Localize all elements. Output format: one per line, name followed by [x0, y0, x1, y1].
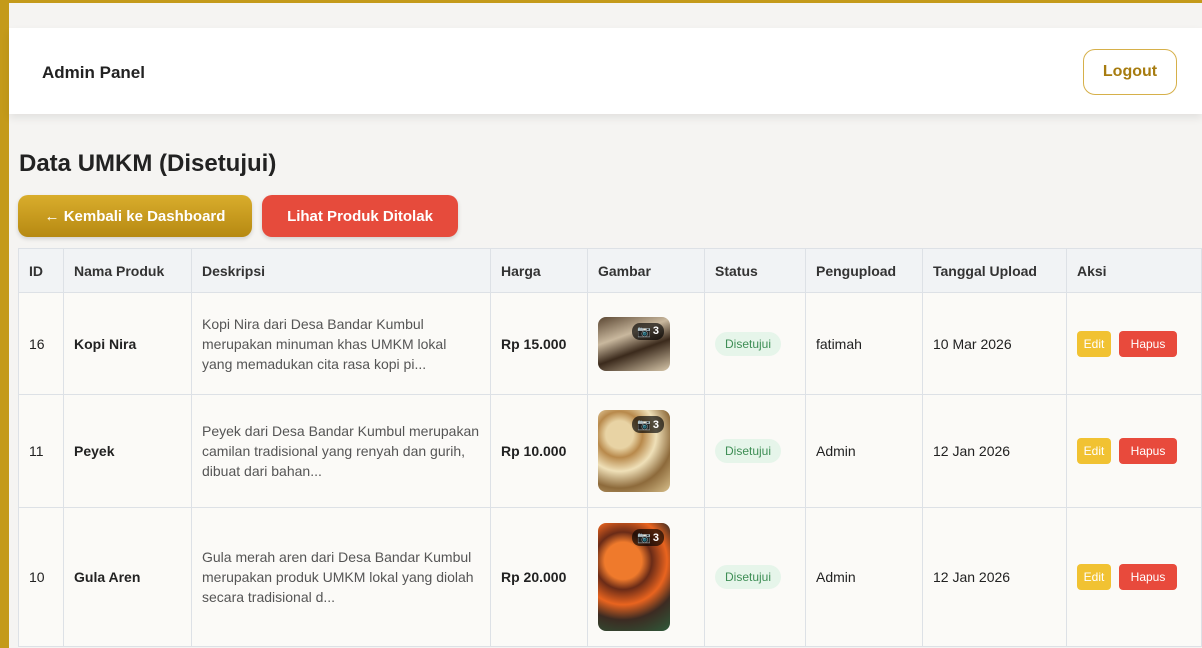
cell-price: Rp 20.000 — [490, 507, 588, 647]
table-header-row: ID Nama Produk Deskripsi Harga Gambar St… — [18, 248, 1202, 293]
status-badge: Disetujui — [715, 565, 782, 589]
image-count: 3 — [652, 418, 659, 431]
cell-description: Gula merah aren dari Desa Bandar Kumbul … — [191, 507, 491, 647]
product-thumbnail[interactable]: 📷 3 — [598, 316, 670, 371]
cell-status: Disetujui — [704, 507, 806, 647]
status-badge: Disetujui — [715, 331, 782, 356]
header-description: Deskripsi — [191, 248, 491, 293]
edit-button[interactable]: Edit — [1077, 564, 1111, 590]
camera-icon: 📷 — [637, 419, 651, 431]
brand-title: Admin Panel — [42, 63, 145, 82]
back-to-dashboard-button[interactable]: ← Kembali ke Dashboard — [18, 195, 252, 237]
cell-uploader: Admin — [805, 507, 923, 647]
cell-price: Rp 10.000 — [490, 394, 588, 508]
cell-id: 11 — [18, 394, 64, 508]
cell-name: Kopi Nira — [63, 292, 192, 395]
product-thumbnail[interactable]: 📷 3 — [598, 410, 670, 492]
header-actions: Aksi — [1066, 248, 1202, 293]
page-title: Data UMKM (Disetujui) — [19, 150, 277, 177]
header-price: Harga — [490, 248, 588, 293]
delete-button[interactable]: Hapus — [1119, 564, 1177, 590]
cell-uploader: Admin — [805, 394, 923, 508]
cell-uploader: fatimah — [805, 292, 923, 395]
image-count: 3 — [652, 325, 659, 337]
table-row: 16 Kopi Nira Kopi Nira dari Desa Bandar … — [18, 292, 1202, 395]
table-row: 11 Peyek Peyek dari Desa Bandar Kumbul m… — [18, 394, 1202, 508]
cell-description: Peyek dari Desa Bandar Kumbul merupakan … — [191, 394, 491, 508]
edit-button[interactable]: Edit — [1077, 438, 1111, 464]
header-status: Status — [704, 248, 806, 293]
header-name: Nama Produk — [63, 248, 192, 293]
delete-button[interactable]: Hapus — [1119, 330, 1177, 357]
table-row: 10 Gula Aren Gula merah aren dari Desa B… — [18, 507, 1202, 647]
header-uploader: Pengupload — [805, 248, 923, 293]
cell-actions: Edit Hapus — [1066, 292, 1202, 395]
navbar: Admin Panel Logout — [9, 28, 1202, 114]
delete-button[interactable]: Hapus — [1119, 438, 1177, 464]
cell-name: Gula Aren — [63, 507, 192, 647]
cell-upload-date: 10 Mar 2026 — [922, 292, 1067, 395]
status-badge: Disetujui — [715, 439, 782, 463]
cell-actions: Edit Hapus — [1066, 507, 1202, 647]
cell-actions: Edit Hapus — [1066, 394, 1202, 508]
cell-id: 16 — [18, 292, 64, 395]
camera-icon: 📷 — [637, 532, 651, 544]
products-table: ID Nama Produk Deskripsi Harga Gambar St… — [18, 248, 1202, 647]
image-count-badge: 📷 3 — [632, 416, 664, 433]
view-rejected-products-button[interactable]: Lihat Produk Ditolak — [262, 195, 458, 237]
cell-description: Kopi Nira dari Desa Bandar Kumbul merupa… — [191, 292, 491, 395]
logout-button[interactable]: Logout — [1083, 49, 1177, 95]
camera-icon: 📷 — [637, 325, 651, 338]
cell-name: Peyek — [63, 394, 192, 508]
cell-upload-date: 12 Jan 2026 — [922, 394, 1067, 508]
cell-status: Disetujui — [704, 394, 806, 508]
product-thumbnail[interactable]: 📷 3 — [598, 523, 670, 631]
cell-image: 📷 3 — [587, 292, 705, 395]
cell-price: Rp 15.000 — [490, 292, 588, 395]
image-count: 3 — [652, 531, 659, 544]
header-id: ID — [18, 248, 64, 293]
cell-id: 10 — [18, 507, 64, 647]
header-upload-date: Tanggal Upload — [922, 248, 1067, 293]
image-count-badge: 📷 3 — [632, 322, 664, 340]
image-count-badge: 📷 3 — [632, 529, 664, 546]
edit-button[interactable]: Edit — [1077, 330, 1111, 357]
cell-image: 📷 3 — [587, 394, 705, 508]
cell-status: Disetujui — [704, 292, 806, 395]
cell-image: 📷 3 — [587, 507, 705, 647]
cell-upload-date: 12 Jan 2026 — [922, 507, 1067, 647]
header-image: Gambar — [587, 248, 705, 293]
